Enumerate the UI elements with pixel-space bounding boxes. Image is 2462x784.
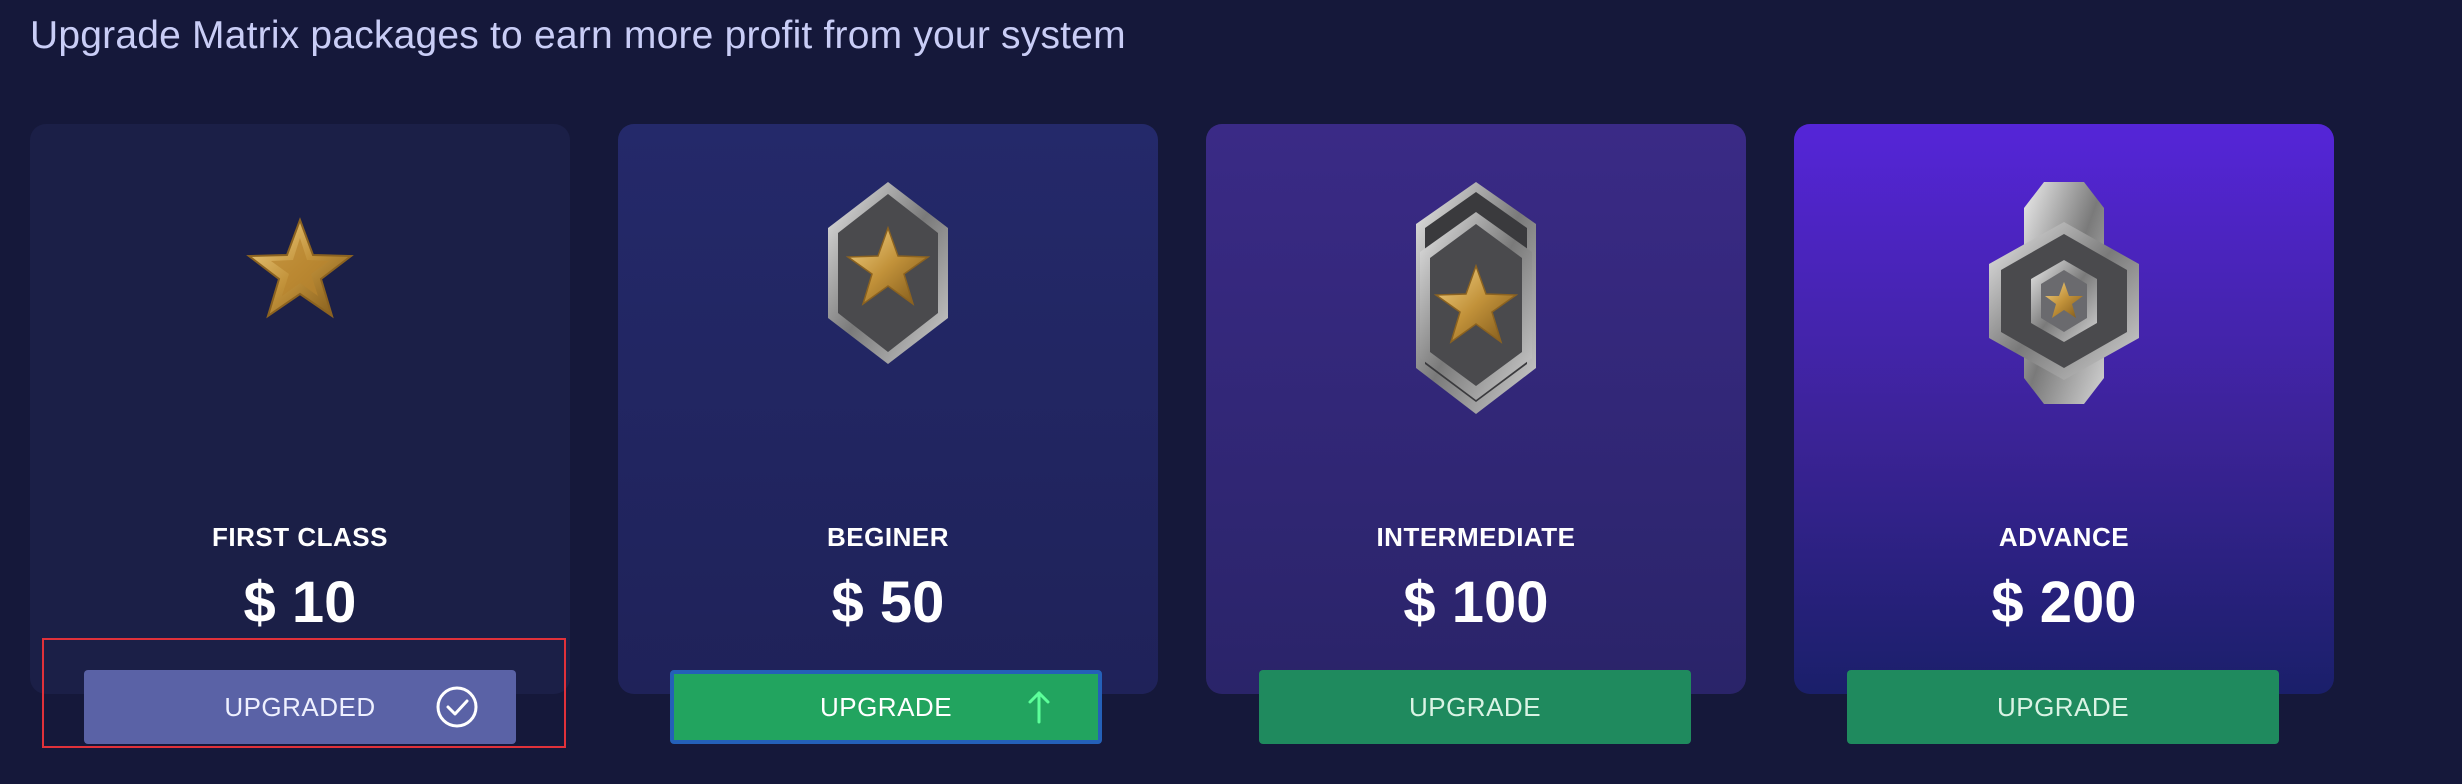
package-card-advance: ADVANCE $ 200 [1794, 124, 2334, 694]
button-label: UPGRADE [819, 692, 953, 722]
package-name: FIRST CLASS [212, 522, 388, 552]
upgrade-button-intermediate[interactable]: UPGRADE [1259, 670, 1691, 744]
upgrade-button-advance[interactable]: UPGRADE [1847, 670, 2279, 744]
package-name: ADVANCE [1998, 522, 2130, 552]
button-label: UPGRADE [1996, 692, 2130, 722]
package-price: $ 10 [243, 570, 357, 635]
package-price: $ 100 [1403, 570, 1549, 635]
upgrade-page: Upgrade Matrix packages to earn more pro… [0, 0, 2462, 784]
star-badge-icon [246, 217, 354, 319]
double-hexagon-star-badge-icon [1416, 182, 1536, 414]
winged-hexagon-star-badge-icon [1989, 182, 2139, 404]
package-price: $ 50 [831, 570, 945, 635]
upgrade-button-beginer[interactable]: UPGRADE [670, 670, 1102, 744]
package-price: $ 200 [1991, 570, 2137, 635]
package-card-beginer: BEGINER $ 50 [618, 124, 1158, 694]
hexagon-star-badge-icon [828, 182, 948, 364]
package-name: BEGINER [827, 522, 949, 552]
package-name: INTERMEDIATE [1376, 522, 1576, 552]
package-card-first-class: FIRST CLASS $ 10 [30, 124, 570, 694]
button-label: UPGRADE [1408, 692, 1542, 722]
page-title: Upgrade Matrix packages to earn more pro… [30, 14, 1126, 57]
highlight-annotation-box [42, 638, 566, 748]
arrow-up-icon [1028, 691, 1050, 724]
package-card-intermediate: INTERMEDIATE $ 100 [1206, 124, 1746, 694]
